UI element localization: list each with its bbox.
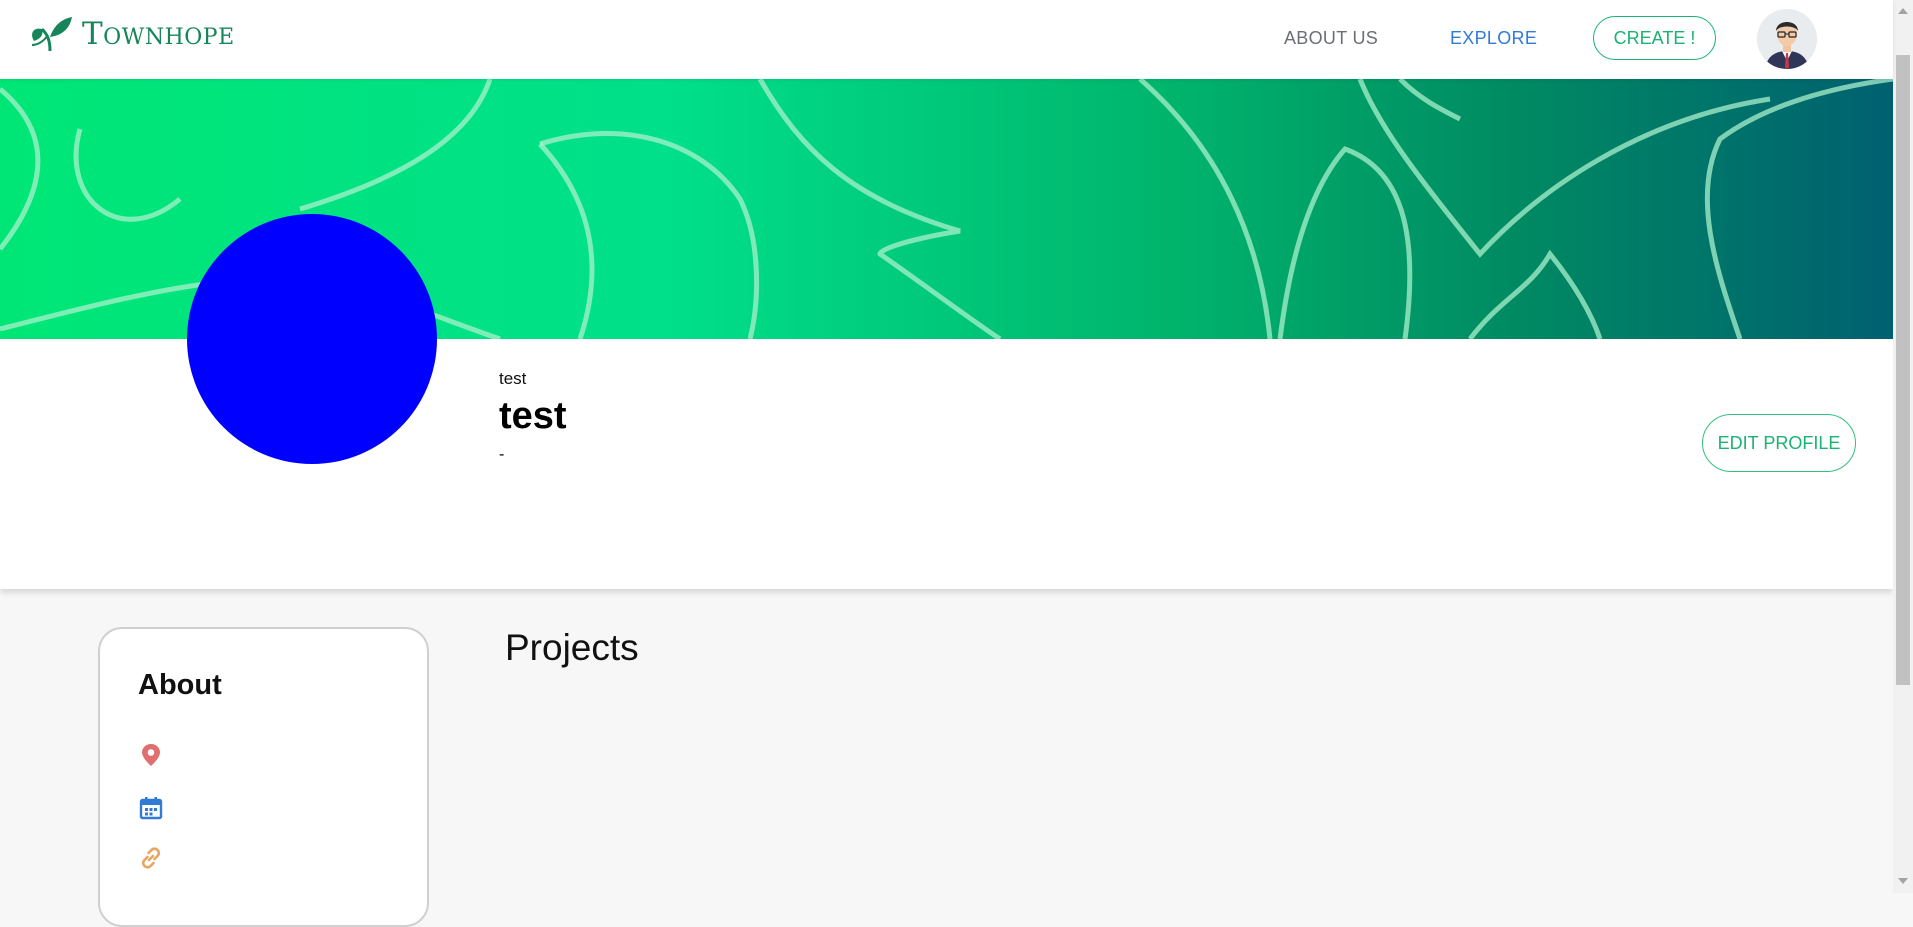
edit-profile-button[interactable]: EDIT PROFILE <box>1702 414 1856 472</box>
location-pin-icon <box>139 743 163 767</box>
create-button[interactable]: CREATE ! <box>1593 16 1716 60</box>
townhope-logo[interactable]: Townhope <box>30 14 235 54</box>
scrollbar-thumb[interactable] <box>1896 55 1910 685</box>
link-icon <box>139 846 163 870</box>
nav-explore-link[interactable]: EXPLORE <box>1450 28 1537 49</box>
brand-name: Townhope <box>82 16 235 52</box>
scroll-up-arrow-icon[interactable] <box>1898 8 1908 14</box>
nav-about-us-link[interactable]: ABOUT US <box>1284 28 1378 49</box>
profile-tagline: - <box>499 446 505 463</box>
projects-title: Projects <box>505 627 639 668</box>
leaf-logo-icon <box>31 17 72 52</box>
profile-display-name: test <box>499 395 567 437</box>
profile-picture[interactable] <box>187 214 437 464</box>
scroll-down-arrow-icon[interactable] <box>1898 878 1908 884</box>
calendar-icon <box>139 796 163 820</box>
profile-username: test <box>499 369 527 388</box>
top-navbar: Townhope ABOUT US EXPLORE CREATE ! <box>0 0 1893 79</box>
user-avatar[interactable] <box>1757 9 1817 69</box>
page-scrollbar[interactable] <box>1893 0 1913 893</box>
about-title: About <box>138 669 222 701</box>
user-avatar-icon <box>1757 9 1817 69</box>
